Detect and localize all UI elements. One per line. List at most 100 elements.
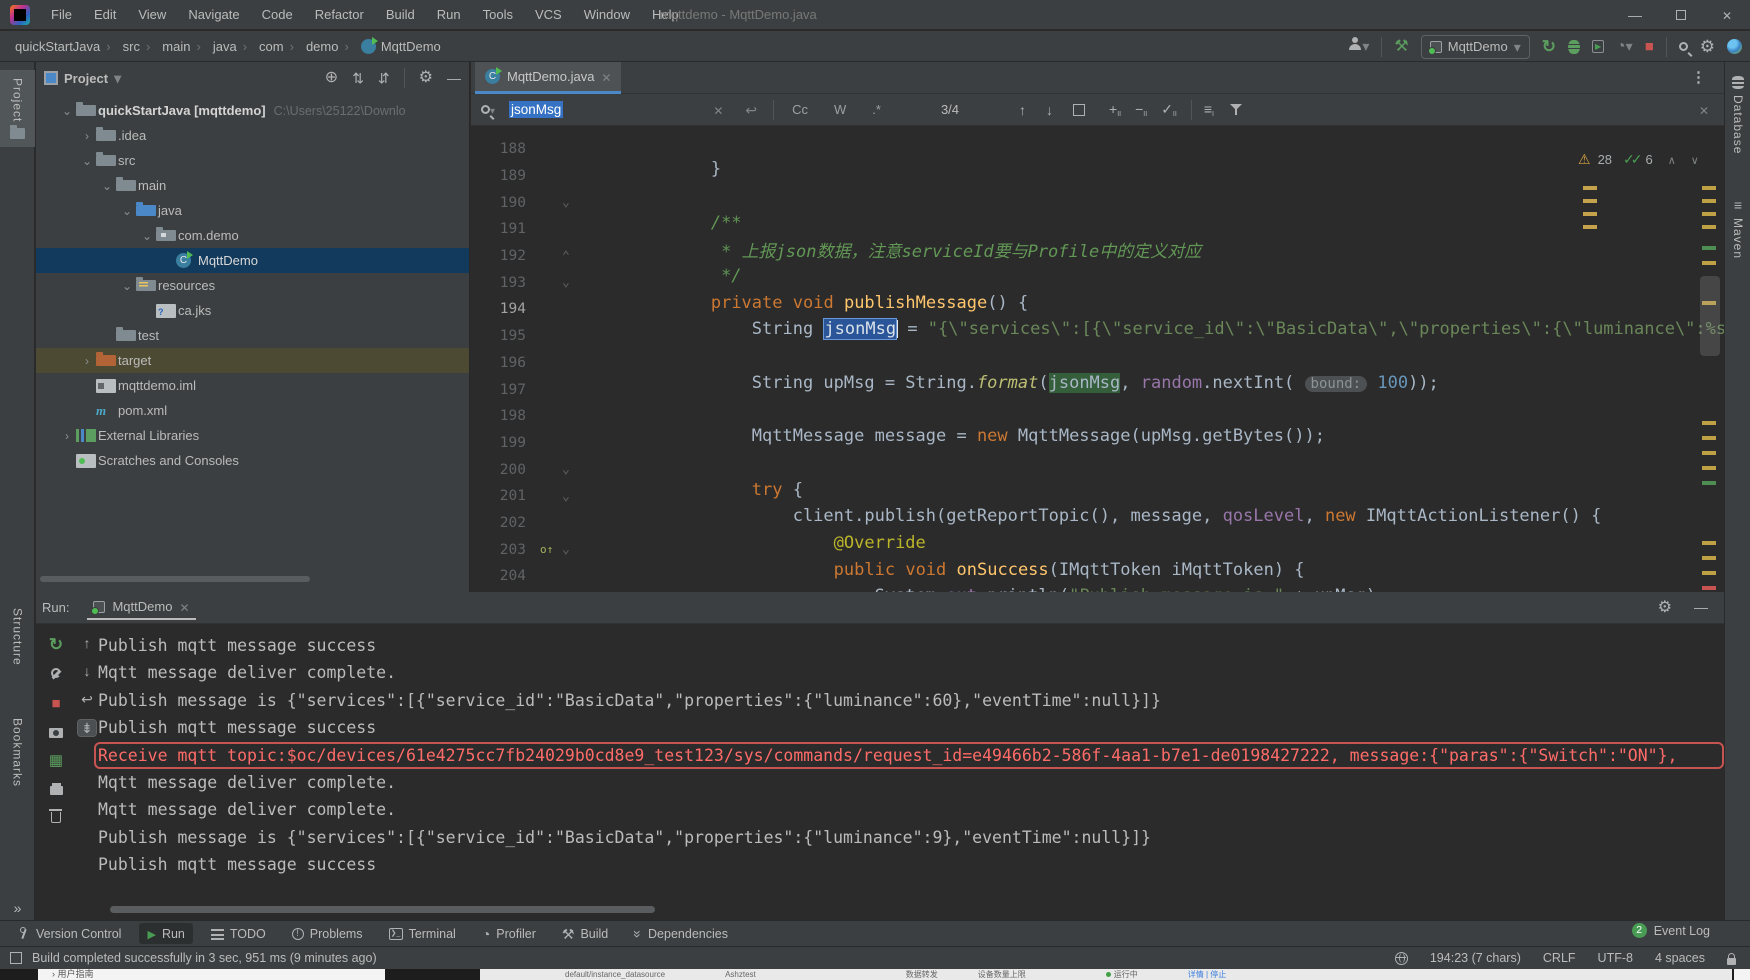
tool-window-button[interactable]: Version Control — [10, 924, 129, 944]
console-settings-icon[interactable] — [1658, 600, 1672, 616]
console-horizontal-scrollbar[interactable] — [110, 906, 655, 913]
lock-icon[interactable] — [1727, 958, 1736, 965]
tree-row[interactable]: ⌄ quickStartJava [mqttdemo] C:\Users\251… — [36, 98, 469, 123]
tool-window-button[interactable]: Problems — [284, 924, 371, 944]
tool-window-button[interactable]: Dependencies — [626, 924, 736, 944]
console-output[interactable]: Publish mqtt message successMqtt message… — [98, 632, 1724, 879]
fold-marker-icon[interactable]: ⌃ — [562, 249, 588, 264]
tree-expander[interactable]: › — [78, 354, 96, 368]
error-stripe-mark[interactable] — [1702, 186, 1716, 190]
tool-strip-database[interactable]: Database — [1725, 68, 1750, 162]
tree-row[interactable]: ca.jks — [36, 298, 469, 323]
tool-strip-bookmarks[interactable]: Bookmarks — [0, 710, 35, 795]
breadcrumb-item[interactable]: demo — [303, 37, 358, 56]
inspections-widget[interactable]: 28 6 — [1578, 148, 1699, 170]
menu-item[interactable]: Refactor — [306, 4, 373, 25]
tree-row[interactable]: ⌄ java — [36, 198, 469, 223]
editor-error-stripe[interactable] — [1700, 126, 1722, 592]
run-with-coverage-button[interactable] — [1592, 40, 1604, 53]
search-in-selection-icon[interactable]: I — [1204, 101, 1214, 118]
tree-expander[interactable]: › — [58, 429, 76, 443]
error-stripe-mark[interactable] — [1702, 212, 1716, 216]
tool-window-button[interactable]: Build — [554, 924, 616, 944]
add-occurrence-icon[interactable]: +II — [1109, 101, 1121, 118]
close-button[interactable] — [1704, 0, 1750, 30]
menu-item[interactable]: View — [129, 4, 175, 25]
globe-icon[interactable] — [1395, 952, 1408, 965]
tree-expander[interactable]: ⌄ — [118, 204, 136, 218]
menu-item[interactable]: Code — [253, 4, 302, 25]
remove-occurrence-icon[interactable]: −II — [1135, 101, 1147, 118]
next-match-icon[interactable] — [1046, 103, 1053, 117]
menu-item[interactable]: Build — [377, 4, 424, 25]
profiler-button[interactable] — [1616, 38, 1633, 56]
tree-row[interactable]: test — [36, 323, 469, 348]
code-line[interactable]: 204 System.out.println("Publish message … — [471, 563, 1724, 590]
filter-icon[interactable] — [1230, 104, 1242, 115]
select-opened-file-icon[interactable] — [325, 70, 338, 86]
tool-strip-maven[interactable]: Maven — [1725, 190, 1750, 267]
stop-process-icon[interactable] — [51, 696, 60, 711]
clear-search-icon[interactable] — [713, 103, 723, 117]
open-in-find-window-icon[interactable] — [1073, 104, 1085, 116]
panel-settings-icon[interactable] — [419, 70, 433, 86]
breadcrumb-item[interactable]: java — [210, 37, 256, 56]
breadcrumb-item[interactable]: src — [120, 37, 160, 56]
error-stripe-mark[interactable] — [1702, 225, 1716, 229]
clear-console-icon[interactable] — [51, 812, 61, 823]
fold-marker-icon[interactable]: ⌄ — [562, 489, 588, 504]
status-segment[interactable]: 194:23 (7 chars) — [1430, 951, 1521, 965]
tree-row[interactable]: › .idea — [36, 123, 469, 148]
build-project-icon[interactable] — [1394, 39, 1408, 55]
menu-item[interactable]: Window — [575, 4, 639, 25]
tool-strip-project[interactable]: Project — [0, 70, 35, 147]
search-toggle[interactable]: .* — [868, 100, 885, 119]
rerun-icon[interactable] — [49, 636, 63, 653]
tree-row[interactable]: › External Libraries — [36, 423, 469, 448]
tree-row[interactable]: ⌄ resources — [36, 273, 469, 298]
coverage-grid-icon[interactable] — [49, 753, 63, 768]
ide-plugin-sphere-icon[interactable] — [1727, 39, 1742, 54]
editor-scrollbar-thumb[interactable] — [1700, 276, 1720, 356]
error-stripe-mark[interactable] — [1702, 586, 1716, 590]
search-toggle[interactable]: W — [830, 100, 850, 119]
tool-window-button[interactable]: Profiler — [474, 924, 544, 944]
status-segment[interactable]: 4 spaces — [1655, 951, 1705, 965]
fold-marker-icon[interactable]: ⌄ — [562, 542, 588, 557]
editor-tab-mqttdemo[interactable]: C MqttDemo.java — [475, 62, 621, 94]
search-input[interactable]: jsonMsg — [509, 101, 563, 118]
expand-all-icon[interactable] — [352, 71, 364, 85]
tree-expander[interactable]: › — [78, 129, 96, 143]
menu-item[interactable]: Edit — [85, 4, 125, 25]
breadcrumb-item[interactable]: com — [256, 37, 303, 56]
close-tab-icon[interactable] — [601, 70, 611, 84]
error-stripe-mark[interactable] — [1702, 571, 1716, 575]
codewithme-users-icon[interactable] — [1348, 37, 1369, 56]
maximize-button[interactable] — [1658, 0, 1704, 30]
debug-button[interactable] — [1568, 40, 1580, 54]
stop-button[interactable] — [1645, 39, 1654, 54]
next-problem-icon[interactable] — [1691, 152, 1699, 167]
hide-console-icon[interactable] — [1694, 600, 1708, 616]
error-stripe-mark[interactable] — [1702, 466, 1716, 470]
down-stack-trace-icon[interactable] — [84, 664, 91, 678]
fold-marker-icon[interactable]: ⌄ — [562, 275, 588, 290]
tree-row[interactable]: mqttdemo.iml — [36, 373, 469, 398]
fold-marker-icon[interactable]: ⌄ — [562, 462, 588, 477]
breadcrumb-item[interactable]: quickStartJava — [12, 37, 120, 56]
error-stripe-mark[interactable] — [1702, 556, 1716, 560]
run-configuration-select[interactable]: MqttDemo — [1421, 35, 1530, 59]
editor-options-kebab-icon[interactable] — [1691, 70, 1706, 85]
breadcrumb-item[interactable]: MqttDemo — [358, 37, 444, 56]
error-stripe-mark[interactable] — [1702, 541, 1716, 545]
menu-item[interactable]: Run — [428, 4, 470, 25]
new-line-icon[interactable] — [745, 103, 757, 117]
error-stripe-mark[interactable] — [1702, 261, 1716, 265]
thread-dump-camera-icon[interactable] — [49, 728, 63, 738]
scroll-to-end-icon[interactable] — [78, 720, 96, 736]
tool-window-button[interactable]: TODO — [203, 924, 274, 944]
previous-match-icon[interactable] — [1019, 103, 1026, 117]
select-all-occurrences-icon[interactable]: ✓II — [1161, 101, 1177, 118]
run-button[interactable] — [1542, 38, 1556, 55]
code-editor[interactable]: 188 } 189 190 ⌄ /** — [471, 126, 1724, 592]
